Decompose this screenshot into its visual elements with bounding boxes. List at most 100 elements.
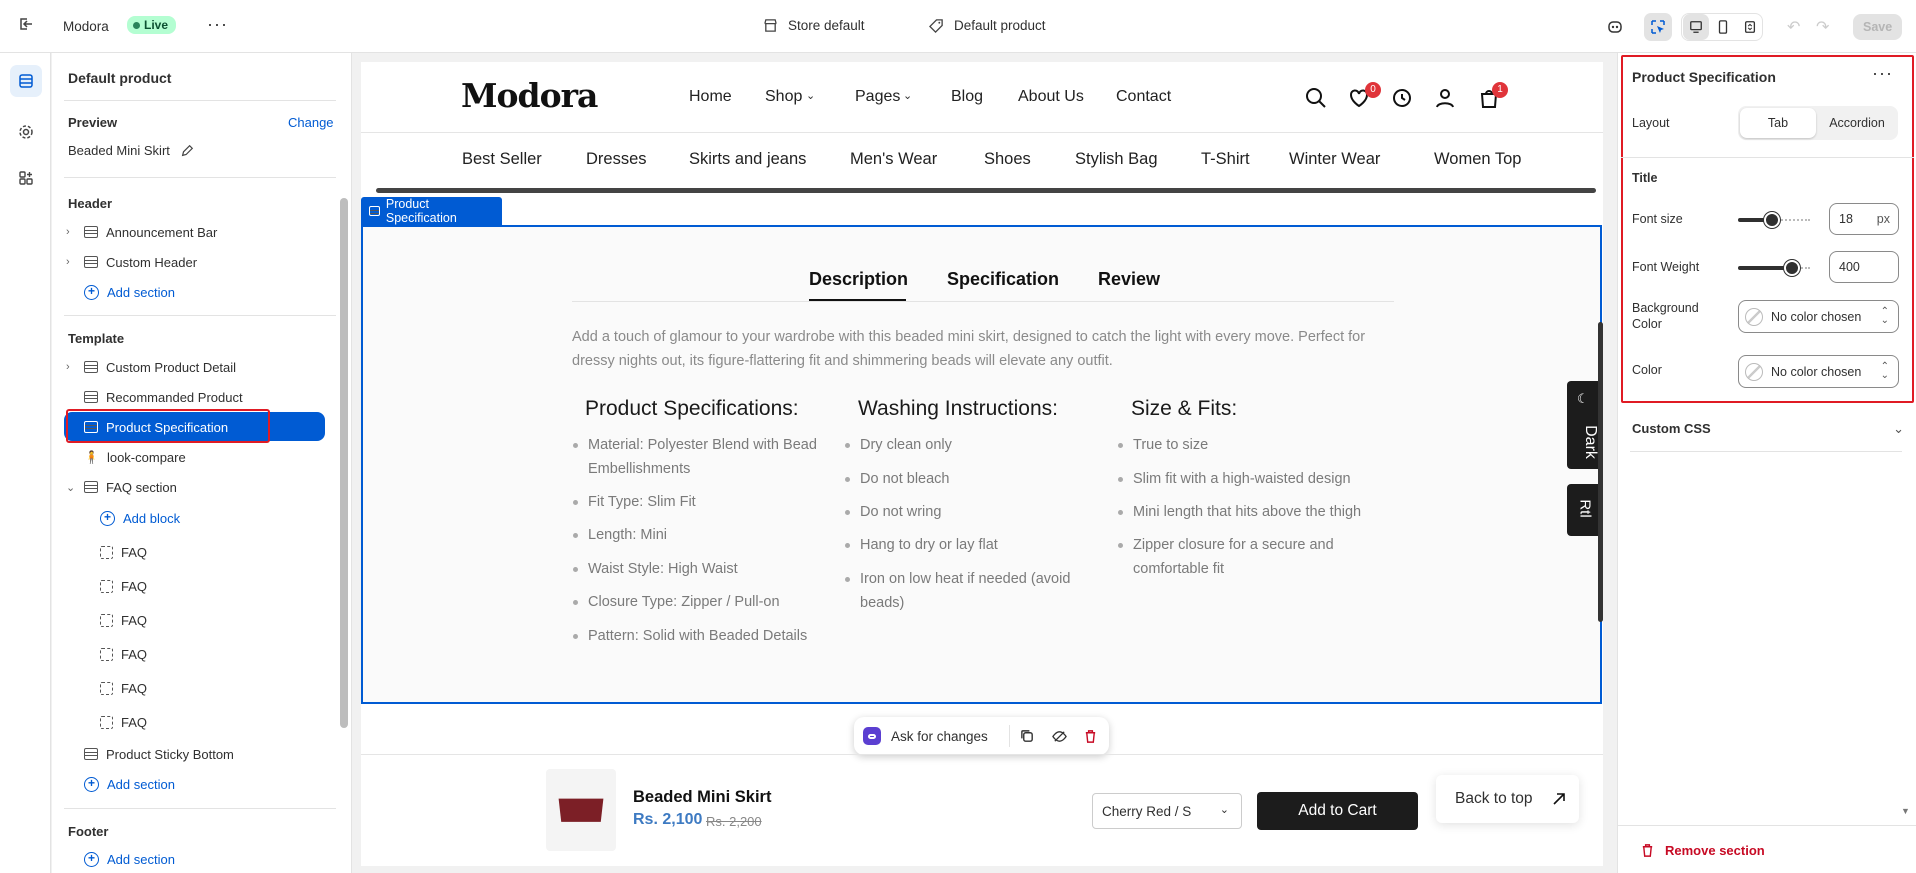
plus-circle-icon: +	[100, 510, 115, 526]
delete-icon[interactable]	[1083, 729, 1098, 744]
nav-about[interactable]: About Us	[1018, 88, 1084, 106]
duplicate-icon[interactable]	[1020, 729, 1035, 744]
chevron-right-icon: ›	[66, 226, 70, 238]
settings-icon[interactable]	[12, 118, 40, 146]
tab-description[interactable]: Description	[809, 269, 908, 290]
preview-product[interactable]: Beaded Mini Skirt	[68, 143, 194, 158]
section-look-compare[interactable]: 🧍 look-compare	[84, 442, 186, 472]
redo-icon[interactable]: ↷	[1816, 17, 1829, 37]
category-link[interactable]: Shoes	[984, 150, 1031, 169]
add-block-button[interactable]: + Add block	[100, 503, 180, 533]
category-link[interactable]: Men's Wear	[850, 150, 937, 169]
list-item: Fit Type: Slim Fit	[573, 490, 696, 514]
washing-heading: Washing Instructions:	[858, 397, 1058, 420]
category-link[interactable]: Best Seller	[462, 150, 542, 169]
exit-icon[interactable]	[18, 16, 34, 32]
font-size-slider-thumb[interactable]	[1764, 212, 1780, 228]
variant-select[interactable]: Cherry Red / S ⌄	[1092, 793, 1242, 829]
section-icon	[84, 748, 98, 760]
template-add-section[interactable]: + Add section	[84, 769, 175, 799]
more-icon[interactable]: ···	[207, 14, 228, 35]
description-text: Add a touch of glamour to your wardrobe …	[572, 329, 1366, 369]
tab-specification[interactable]: Specification	[947, 269, 1059, 290]
section-announcement-bar[interactable]: › Announcement Bar	[66, 217, 217, 247]
category-link[interactable]: Skirts and jeans	[689, 150, 806, 169]
sticky-product-name: Beaded Mini Skirt	[633, 788, 772, 806]
undo-icon[interactable]: ↶	[1787, 17, 1800, 37]
sections-icon[interactable]	[10, 65, 42, 97]
section-tag[interactable]: Product Specification	[361, 197, 502, 225]
custom-css-toggle[interactable]: Custom CSS ⌄	[1632, 421, 1904, 437]
ask-for-changes-button[interactable]: Ask for changes	[891, 729, 988, 744]
product-specification-section[interactable]: Description Specification Review Add a t…	[361, 225, 1602, 704]
change-link[interactable]: Change	[288, 115, 334, 130]
faq-block[interactable]: FAQ	[100, 673, 147, 703]
faq-block[interactable]: FAQ	[100, 707, 147, 737]
font-size-input[interactable]: 18 px	[1829, 203, 1899, 235]
nav-shop[interactable]: Shop	[765, 88, 802, 106]
top-bar: Modora Live ··· Store default Default pr…	[0, 0, 1916, 53]
nav-pages[interactable]: Pages	[855, 88, 900, 106]
category-link[interactable]: Dresses	[586, 150, 647, 169]
category-link[interactable]: Women Top	[1434, 150, 1521, 169]
nav-home[interactable]: Home	[689, 88, 732, 106]
inspector-icon[interactable]	[1644, 13, 1672, 41]
color-label: Color	[1632, 363, 1662, 377]
section-toolbar: Ask for changes	[854, 717, 1109, 755]
section-product-sticky-bottom[interactable]: Product Sticky Bottom	[84, 739, 234, 769]
section-faq[interactable]: ⌄ FAQ section	[66, 472, 177, 502]
search-icon[interactable]	[1304, 86, 1328, 110]
add-to-cart-button[interactable]: Add to Cart	[1257, 792, 1418, 830]
fullscreen-icon[interactable]	[1737, 14, 1763, 40]
store-default-button[interactable]: Store default	[763, 18, 865, 33]
tab-review[interactable]: Review	[1098, 269, 1160, 290]
hide-icon[interactable]	[1052, 729, 1067, 744]
remove-section-button[interactable]: Remove section	[1640, 843, 1765, 858]
desktop-icon[interactable]	[1683, 14, 1709, 40]
mobile-icon[interactable]	[1710, 14, 1736, 40]
account-icon[interactable]	[1433, 86, 1457, 110]
store-icon	[764, 19, 777, 32]
nav-blog[interactable]: Blog	[951, 88, 983, 106]
rtl-toggle[interactable]: Rtl	[1567, 484, 1602, 536]
block-icon	[100, 647, 113, 661]
selector-icon: ⌃ ⌄	[1880, 361, 1889, 381]
back-to-top-button[interactable]: Back to top	[1436, 775, 1579, 823]
store-logo[interactable]: Modora	[461, 76, 598, 115]
font-weight-label: Font Weight	[1632, 260, 1700, 274]
ai-assistant-icon[interactable]	[1601, 13, 1629, 41]
category-link[interactable]: Stylish Bag	[1075, 150, 1158, 169]
category-link[interactable]: T-Shirt	[1201, 150, 1250, 169]
dark-mode-toggle[interactable]: ☾ Dark	[1567, 381, 1602, 469]
font-weight-input[interactable]: 400	[1829, 251, 1899, 283]
section-custom-header[interactable]: › Custom Header	[66, 247, 197, 277]
wishlist-count: 0	[1365, 82, 1381, 98]
chevron-down-icon: ⌄	[66, 481, 76, 494]
bg-color-label: Background Color	[1632, 301, 1699, 331]
font-weight-slider-thumb[interactable]	[1784, 260, 1800, 276]
footer-add-section[interactable]: + Add section	[84, 844, 175, 873]
layout-tab-option[interactable]: Tab	[1740, 108, 1816, 138]
apps-icon[interactable]	[12, 164, 40, 192]
color-picker[interactable]: No color chosen ⌃ ⌄	[1738, 355, 1899, 388]
faq-block[interactable]: FAQ	[100, 537, 147, 567]
header-add-section[interactable]: + Add section	[84, 277, 175, 307]
faq-block[interactable]: FAQ	[100, 605, 147, 635]
scroll-down-icon[interactable]: ▼	[1901, 806, 1910, 816]
section-custom-product-detail[interactable]: › Custom Product Detail	[66, 352, 236, 382]
preview-scrollbar[interactable]	[1598, 322, 1603, 622]
faq-block[interactable]: FAQ	[100, 571, 147, 601]
layout-accordion-option[interactable]: Accordion	[1818, 108, 1896, 138]
section-recommanded-product[interactable]: Recommanded Product	[84, 382, 243, 412]
panel-scrollbar[interactable]	[340, 198, 348, 728]
faq-block[interactable]: FAQ	[100, 639, 147, 669]
default-product-button[interactable]: Default product	[929, 18, 1046, 33]
save-button[interactable]: Save	[1853, 14, 1903, 40]
layout-toggle: Tab Accordion	[1738, 106, 1898, 140]
history-icon[interactable]	[1390, 86, 1414, 110]
bg-color-picker[interactable]: No color chosen ⌃ ⌄	[1738, 300, 1899, 333]
category-link[interactable]: Winter Wear	[1289, 150, 1380, 169]
section-icon	[84, 256, 98, 268]
section-icon	[369, 206, 380, 216]
nav-contact[interactable]: Contact	[1116, 88, 1171, 106]
